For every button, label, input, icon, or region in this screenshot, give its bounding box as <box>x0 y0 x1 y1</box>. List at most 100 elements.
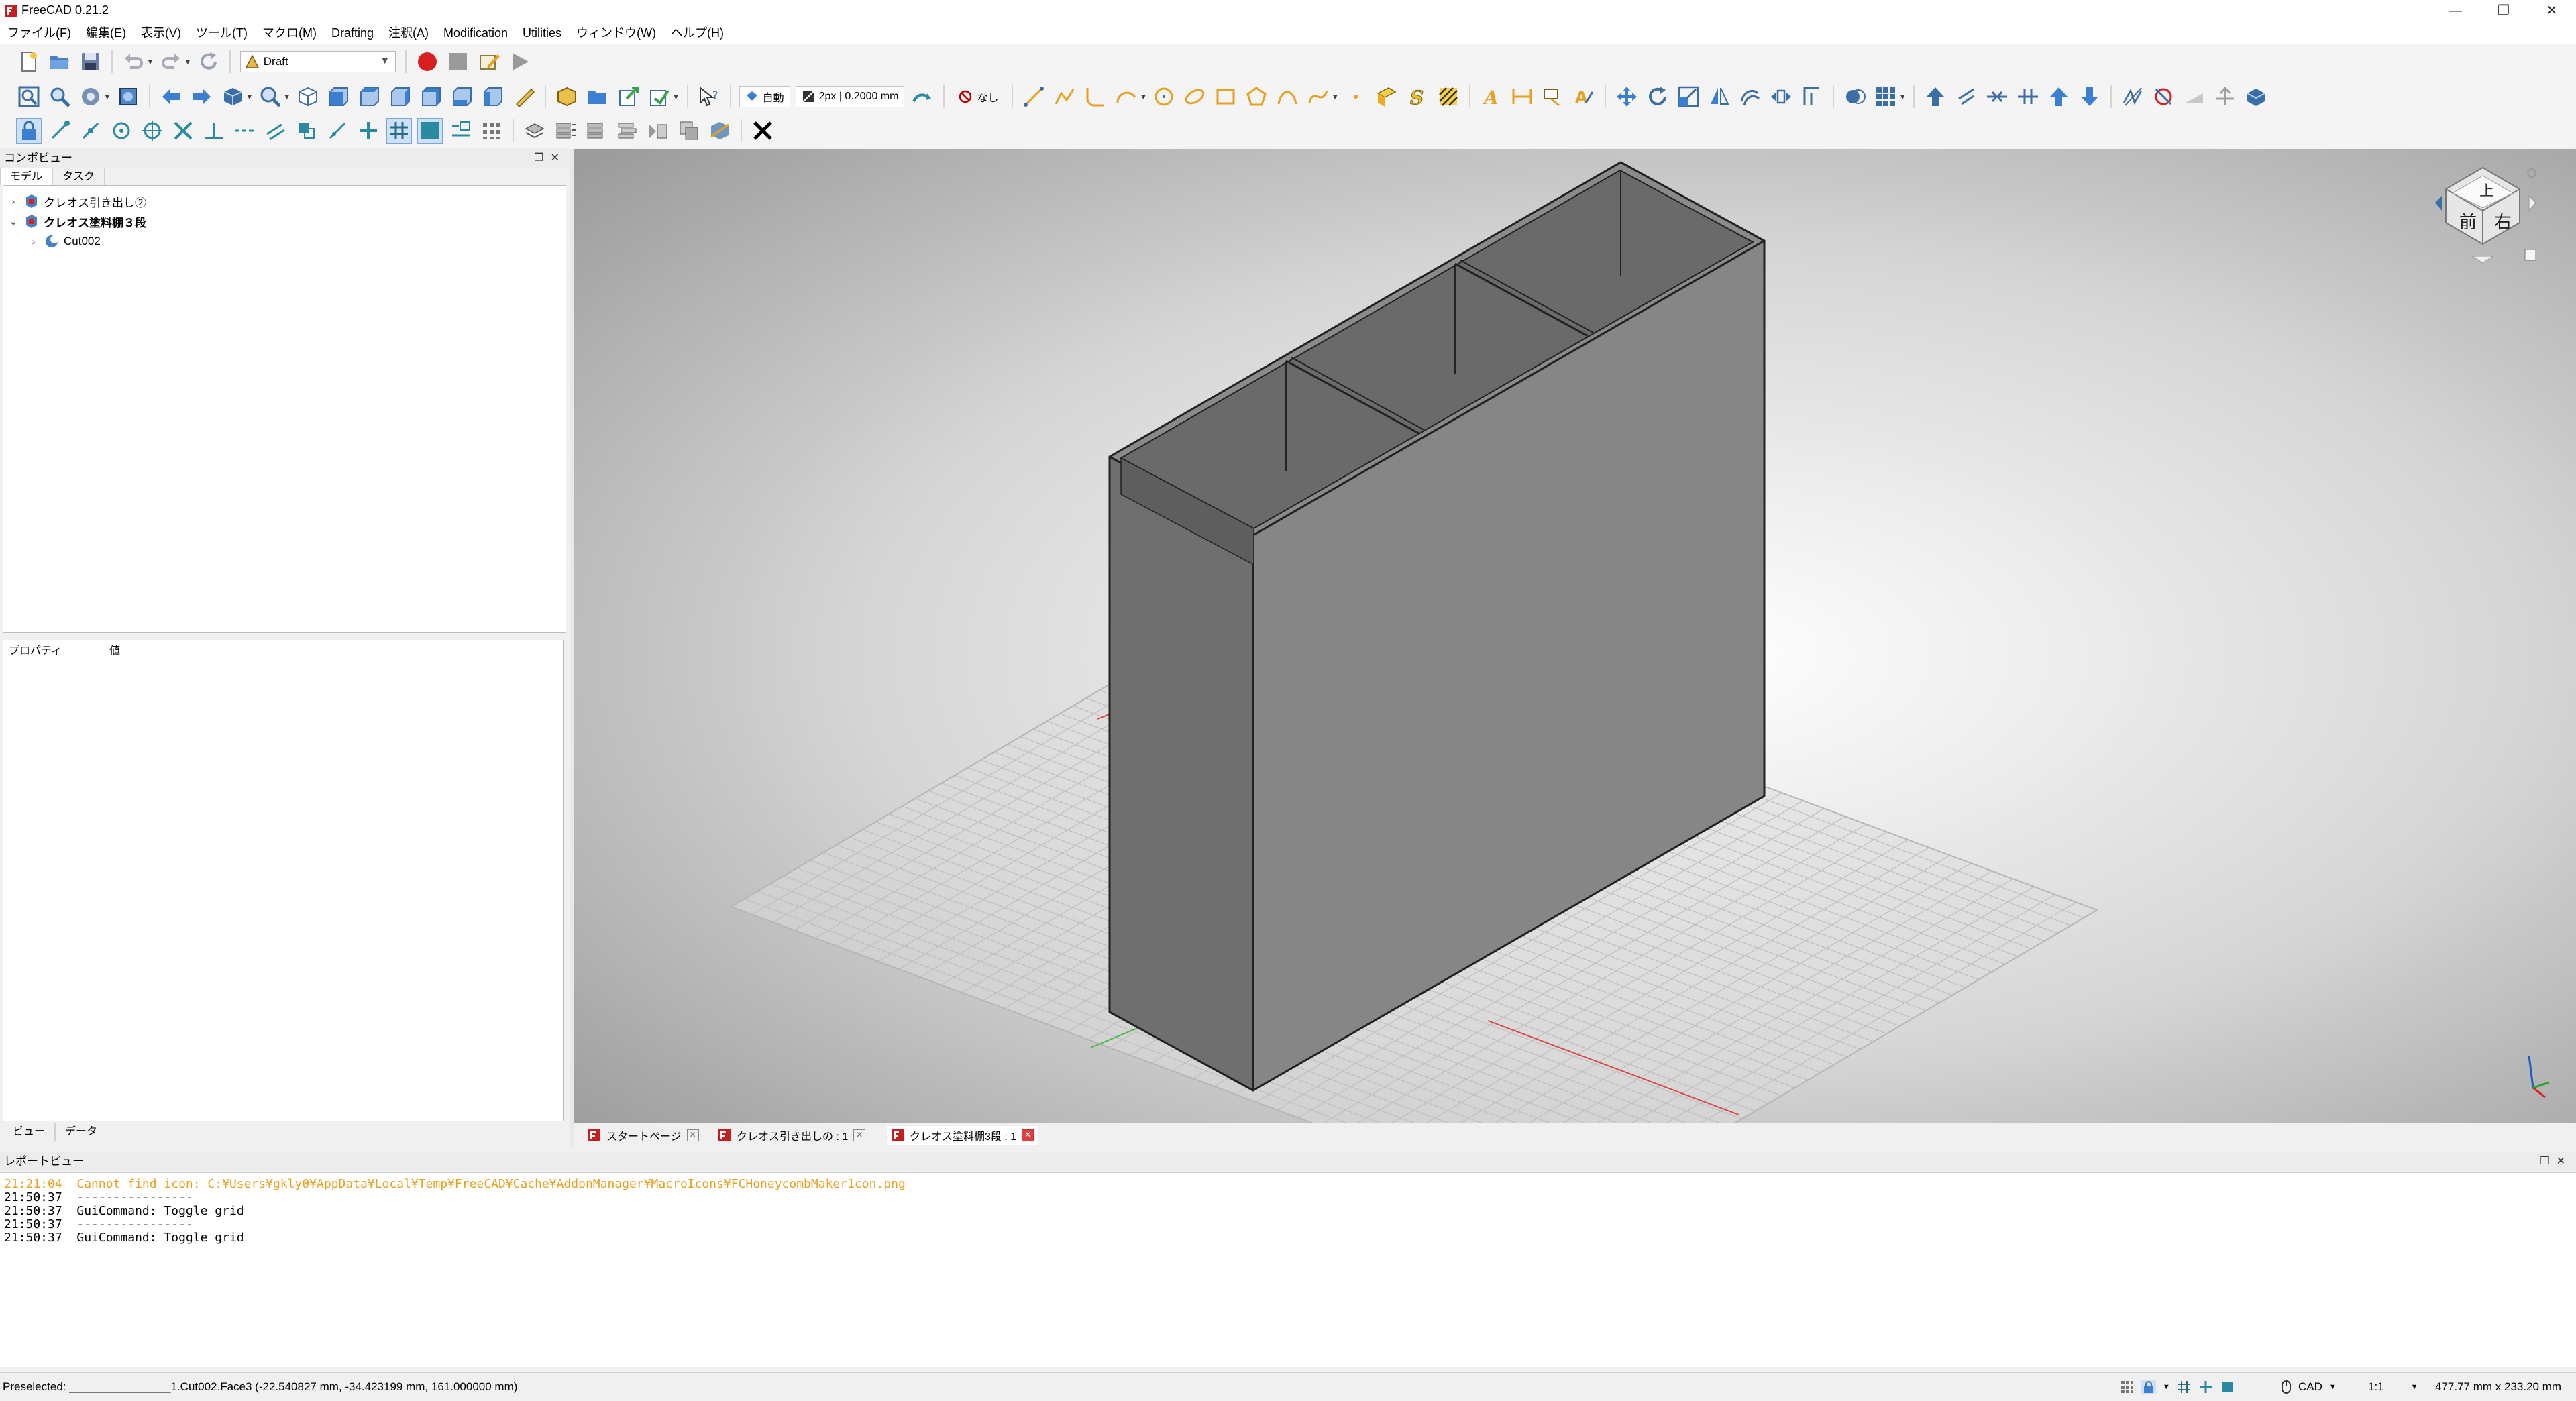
draft-circle-button[interactable] <box>1151 84 1177 109</box>
chevron-right-icon[interactable]: › <box>28 236 40 247</box>
snap-none-button[interactable]: なし <box>953 86 1004 107</box>
refresh-button[interactable] <box>196 49 221 74</box>
draft-line-button[interactable] <box>1021 84 1046 109</box>
menu-macro[interactable]: マクロ(M) <box>255 21 324 44</box>
draft-text-button[interactable]: A <box>1479 84 1504 109</box>
draft-facebinder-button[interactable] <box>1374 84 1399 109</box>
view-front-button[interactable] <box>326 84 352 109</box>
close-panel-icon[interactable]: ✕ <box>551 152 566 164</box>
snap-dimensions-button[interactable] <box>448 118 474 144</box>
draft-dimension-button[interactable] <box>1509 84 1535 109</box>
draft-array-button[interactable] <box>1873 84 1898 109</box>
report-log[interactable]: 21:21:04 Cannot find icon: C:¥Users¥gkly… <box>0 1172 2576 1367</box>
snap-endpoint-button[interactable] <box>47 118 72 144</box>
arc-dropdown-icon[interactable]: ▼ <box>1139 92 1147 101</box>
create-part-button[interactable] <box>554 84 580 109</box>
draft-bspline-button[interactable] <box>1275 84 1300 109</box>
close-tab-icon[interactable]: ✕ <box>853 1129 866 1141</box>
draft-down-button[interactable] <box>2077 84 2102 109</box>
undo-button[interactable] <box>121 49 146 74</box>
redo-button[interactable] <box>158 49 184 74</box>
draft-stretch-button[interactable] <box>1768 84 1794 109</box>
fit-all-button[interactable] <box>16 84 42 109</box>
draft-point-button[interactable] <box>1343 84 1368 109</box>
draft-split-button[interactable] <box>2015 84 2041 109</box>
snap-grid-icon[interactable] <box>2177 1380 2192 1394</box>
snap-lock-button[interactable] <box>16 118 42 144</box>
draft-move-button[interactable] <box>1614 84 1640 109</box>
draft-draft-to-sketch-button[interactable] <box>2151 84 2176 109</box>
tab-view[interactable]: ビュー <box>3 1123 56 1141</box>
menu-drafting[interactable]: Drafting <box>324 21 381 44</box>
snap-angle-button[interactable] <box>140 118 165 144</box>
run-macro-button[interactable] <box>507 49 533 74</box>
stop-macro-button[interactable] <box>445 49 471 74</box>
float-panel-icon[interactable]: ❐ <box>534 152 550 164</box>
tab-start-page[interactable]: スタートページ ✕ <box>588 1126 699 1145</box>
draft-fillet-button[interactable] <box>1083 84 1108 109</box>
undo-dropdown-icon[interactable]: ▼ <box>146 57 154 66</box>
snap-parallel-button[interactable] <box>263 118 288 144</box>
make-link-button[interactable] <box>616 84 641 109</box>
draft-shapestring-button[interactable]: S <box>1405 84 1430 109</box>
draft-label-button[interactable] <box>1540 84 1566 109</box>
draft-flip-dimension-button[interactable] <box>2212 84 2238 109</box>
draft-mirror-button[interactable] <box>1707 84 1732 109</box>
navcube-view-menu-icon[interactable] <box>2524 249 2536 261</box>
fit-selection-button[interactable] <box>47 84 72 109</box>
auto-working-plane-button[interactable]: 自動 <box>739 86 790 107</box>
apply-style-button[interactable] <box>910 84 935 109</box>
snap-perpendicular-button[interactable] <box>201 118 227 144</box>
snap-midpoint-button[interactable] <box>78 118 103 144</box>
tab-data[interactable]: データ <box>55 1123 108 1141</box>
close-tab-icon[interactable]: ✕ <box>686 1129 699 1141</box>
draft-up-button[interactable] <box>2046 84 2072 109</box>
restore-button[interactable]: ❐ <box>2485 0 2522 21</box>
draft-arc-button[interactable] <box>1114 84 1139 109</box>
whats-this-button[interactable]: ? <box>696 84 722 109</box>
draft-upgrade-button[interactable] <box>1923 84 1948 109</box>
add-to-group-button[interactable] <box>614 118 640 144</box>
menu-help[interactable]: ヘルプ(H) <box>663 21 731 44</box>
chevron-down-icon[interactable]: ⌄ <box>7 216 19 227</box>
layer-button[interactable] <box>522 118 547 144</box>
array-dropdown-icon[interactable]: ▼ <box>1898 92 1907 101</box>
draft-rotate-button[interactable] <box>1645 84 1670 109</box>
menu-annotation[interactable]: 注釈(A) <box>381 21 436 44</box>
line-style-button[interactable]: 2px | 0.2000 mm <box>795 86 905 107</box>
back-view-nav-button[interactable] <box>158 84 184 109</box>
draft-join-button[interactable] <box>1984 84 2010 109</box>
grid-toggle-icon[interactable] <box>2120 1380 2135 1394</box>
view-left-button[interactable] <box>480 84 506 109</box>
new-document-button[interactable] <box>16 49 42 74</box>
link-actions-button[interactable] <box>647 84 672 109</box>
measure-button[interactable] <box>511 84 537 109</box>
snap-grid-button[interactable] <box>386 118 412 144</box>
link-actions-dropdown-icon[interactable]: ▼ <box>672 92 680 101</box>
workbench-selector[interactable]: Draft ▼ <box>239 51 396 72</box>
view-rear-button[interactable] <box>419 84 444 109</box>
draft-slope-button[interactable] <box>2182 84 2207 109</box>
toggle-display-mode-button[interactable] <box>707 118 733 144</box>
view-right-button[interactable] <box>388 84 413 109</box>
view-bottom-button[interactable] <box>449 84 475 109</box>
working-plane-square-icon[interactable] <box>2220 1380 2235 1394</box>
zoom-button[interactable] <box>258 84 283 109</box>
draw-style-button[interactable] <box>78 84 103 109</box>
bezier-dropdown-icon[interactable]: ▼ <box>1331 92 1339 101</box>
navigation-style-selector[interactable]: CAD ▼ <box>2281 1378 2337 1396</box>
draft-scale-button[interactable] <box>1676 84 1701 109</box>
menu-view[interactable]: 表示(V) <box>133 21 189 44</box>
float-panel-icon[interactable]: ❐ <box>2540 1156 2556 1167</box>
redo-dropdown-icon[interactable]: ▼ <box>184 57 192 66</box>
add-to-layer-button[interactable] <box>584 118 609 144</box>
tree-item-drawer[interactable]: › クレオス引き出し② <box>7 191 146 211</box>
draft-trimex-button[interactable] <box>1799 84 1825 109</box>
draft-offset-button[interactable] <box>1737 84 1763 109</box>
std-views-button[interactable] <box>220 84 246 109</box>
zoom-dropdown-icon[interactable]: ▼ <box>283 92 291 101</box>
close-window-button[interactable]: ✕ <box>2533 0 2571 21</box>
open-button[interactable] <box>47 49 72 74</box>
draft-downgrade-button[interactable] <box>1953 84 1979 109</box>
snap-ortho-button[interactable] <box>356 118 381 144</box>
